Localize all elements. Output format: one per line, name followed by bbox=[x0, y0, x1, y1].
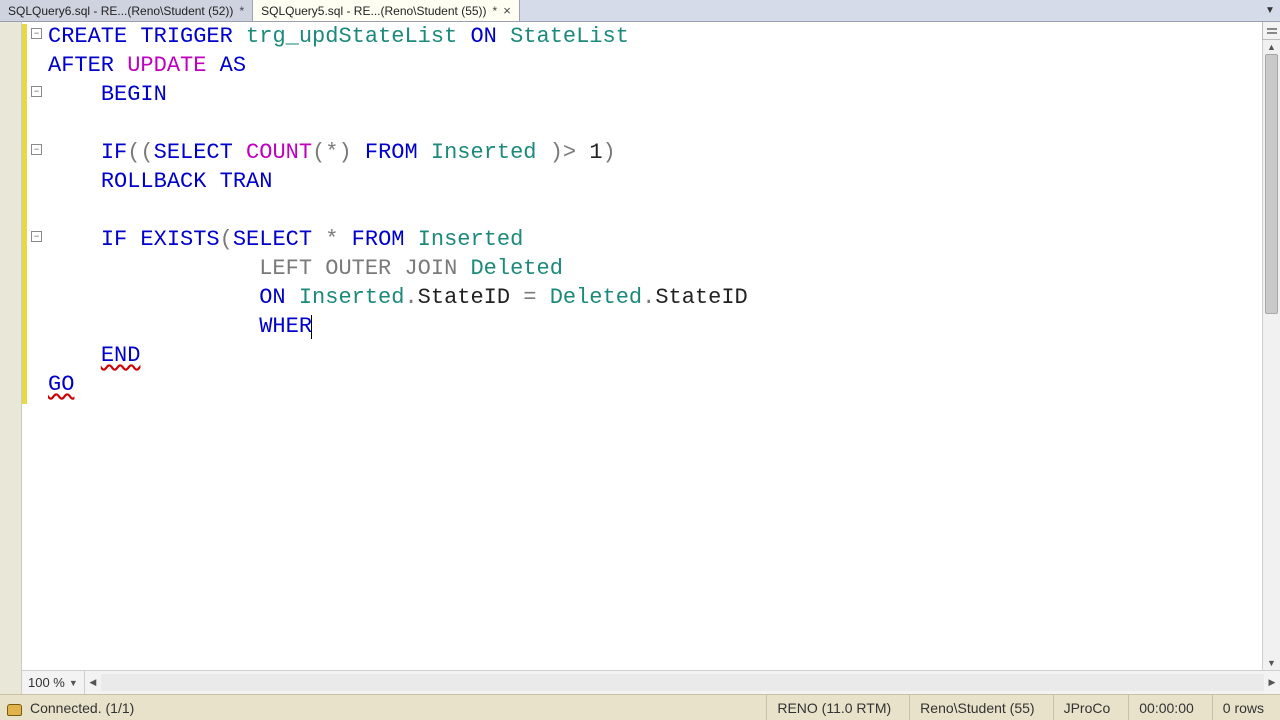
tab-label: SQLQuery6.sql - RE...(Reno\Student (52)) bbox=[8, 4, 233, 18]
fn-count: COUNT bbox=[246, 140, 312, 165]
database-icon bbox=[6, 700, 22, 716]
col-stateid: StateID bbox=[655, 285, 747, 310]
kw-on: ON bbox=[470, 24, 496, 49]
tab-sqlquery5[interactable]: SQLQuery5.sql - RE...(Reno\Student (55))… bbox=[253, 0, 520, 21]
kw-if: IF bbox=[101, 227, 127, 252]
kw-if: IF bbox=[101, 140, 127, 165]
tab-label: SQLQuery5.sql - RE...(Reno\Student (55)) bbox=[261, 4, 486, 18]
kw-trigger: TRIGGER bbox=[140, 24, 232, 49]
tab-overflow-dropdown[interactable]: ▼ bbox=[1260, 0, 1280, 21]
zoom-dropdown[interactable]: 100 % ▼ bbox=[22, 671, 85, 694]
margin-rail bbox=[0, 22, 22, 694]
col-stateid: StateID bbox=[418, 285, 510, 310]
fold-toggle[interactable]: − bbox=[31, 231, 42, 242]
status-connection: Connected. (1/1) bbox=[30, 700, 134, 716]
document-tabstrip: SQLQuery6.sql - RE...(Reno\Student (52))… bbox=[0, 0, 1280, 22]
kw-end: END bbox=[101, 343, 141, 368]
bottom-scroll-row: 100 % ▼ ◀ ▶ bbox=[22, 670, 1280, 694]
status-rows: 0 rows bbox=[1212, 695, 1274, 720]
kw-update: UPDATE bbox=[127, 53, 206, 78]
kw-as: AS bbox=[220, 53, 246, 78]
id-inserted: Inserted bbox=[299, 285, 405, 310]
scroll-up-icon[interactable]: ▲ bbox=[1263, 40, 1280, 54]
kw-select: SELECT bbox=[154, 140, 233, 165]
split-handle[interactable] bbox=[1262, 22, 1280, 40]
tab-sqlquery6[interactable]: SQLQuery6.sql - RE...(Reno\Student (52))… bbox=[0, 0, 253, 21]
fold-toggle[interactable]: − bbox=[31, 28, 42, 39]
text-cursor bbox=[311, 315, 312, 339]
fold-toggle[interactable]: − bbox=[31, 86, 42, 97]
kw-join: JOIN bbox=[404, 256, 457, 281]
fold-toggle[interactable]: − bbox=[31, 144, 42, 155]
kw-where-partial: WHER bbox=[259, 314, 312, 339]
kw-on: ON bbox=[259, 285, 285, 310]
kw-exists: EXISTS bbox=[140, 227, 219, 252]
dirty-indicator: * bbox=[493, 4, 498, 18]
status-server: RENO (11.0 RTM) bbox=[766, 695, 901, 720]
status-elapsed: 00:00:00 bbox=[1128, 695, 1204, 720]
kw-go: GO bbox=[48, 372, 74, 397]
editor-area: − − − − CREATE TRIGGER trg_updStateList … bbox=[0, 22, 1280, 694]
hscroll-track[interactable] bbox=[101, 674, 1264, 691]
change-marker bbox=[22, 24, 27, 404]
kw-after: AFTER bbox=[48, 53, 114, 78]
status-database: JProCo bbox=[1053, 695, 1121, 720]
kw-from: FROM bbox=[365, 140, 418, 165]
editor-scroll-region: − − − − CREATE TRIGGER trg_updStateList … bbox=[22, 22, 1280, 670]
id-statelist: StateList bbox=[510, 24, 629, 49]
scroll-right-icon[interactable]: ▶ bbox=[1264, 671, 1280, 694]
kw-from: FROM bbox=[352, 227, 405, 252]
id-deleted: Deleted bbox=[470, 256, 562, 281]
outline-gutter: − − − − bbox=[22, 22, 46, 670]
kw-left: LEFT bbox=[259, 256, 312, 281]
id-deleted: Deleted bbox=[550, 285, 642, 310]
scroll-down-icon[interactable]: ▼ bbox=[1263, 656, 1280, 670]
chevron-down-icon: ▼ bbox=[69, 678, 78, 688]
kw-select: SELECT bbox=[233, 227, 312, 252]
lit-one: 1 bbox=[589, 140, 602, 165]
status-bar: Connected. (1/1) RENO (11.0 RTM) Reno\St… bbox=[0, 694, 1280, 720]
kw-begin: BEGIN bbox=[101, 82, 167, 107]
status-user: Reno\Student (55) bbox=[909, 695, 1044, 720]
sql-code-editor[interactable]: CREATE TRIGGER trg_updStateList ON State… bbox=[46, 22, 1280, 670]
vscroll-thumb[interactable] bbox=[1265, 54, 1278, 314]
kw-tran: TRAN bbox=[220, 169, 273, 194]
kw-rollback: ROLLBACK bbox=[101, 169, 207, 194]
close-icon[interactable]: × bbox=[503, 4, 511, 17]
id-inserted: Inserted bbox=[418, 227, 524, 252]
kw-create: CREATE bbox=[48, 24, 127, 49]
dirty-indicator: * bbox=[239, 4, 244, 18]
kw-outer: OUTER bbox=[325, 256, 391, 281]
horizontal-scrollbar[interactable]: ◀ ▶ bbox=[85, 671, 1280, 694]
vertical-scrollbar[interactable]: ▲ ▼ bbox=[1262, 40, 1280, 670]
zoom-value: 100 % bbox=[28, 675, 65, 690]
editor-wrap: − − − − CREATE TRIGGER trg_updStateList … bbox=[22, 22, 1280, 694]
id-inserted: Inserted bbox=[431, 140, 537, 165]
scroll-left-icon[interactable]: ◀ bbox=[85, 671, 101, 694]
id-trigger-name: trg_updStateList bbox=[246, 24, 457, 49]
